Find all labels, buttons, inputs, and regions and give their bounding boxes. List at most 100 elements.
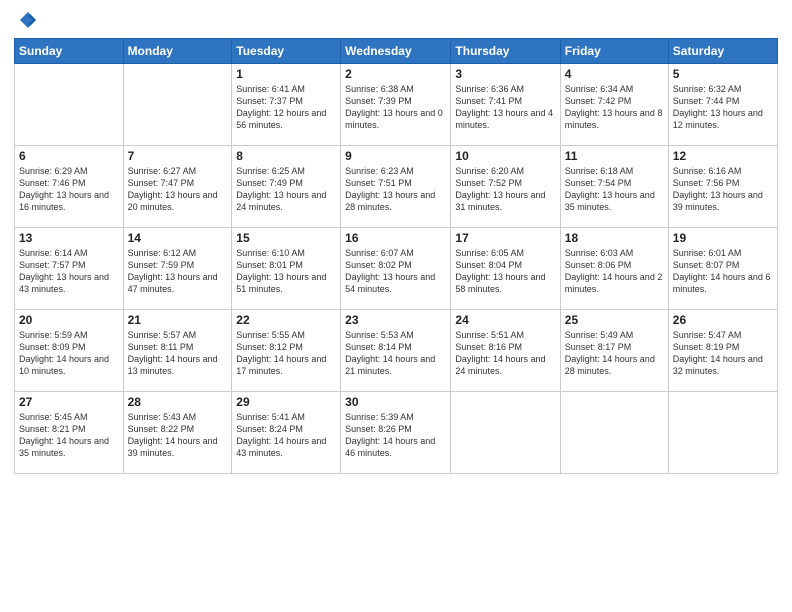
day-info: Sunrise: 5:51 AMSunset: 8:16 PMDaylight:… <box>455 329 555 378</box>
day-number: 2 <box>345 67 446 81</box>
page: Sunday Monday Tuesday Wednesday Thursday… <box>0 0 792 612</box>
calendar-cell <box>451 392 560 474</box>
day-info: Sunrise: 6:32 AMSunset: 7:44 PMDaylight:… <box>673 83 773 132</box>
calendar-cell: 13 Sunrise: 6:14 AMSunset: 7:57 PMDayligh… <box>15 228 124 310</box>
calendar-cell: 7Sunrise: 6:27 AMSunset: 7:47 PMDaylight… <box>123 146 232 228</box>
day-info: Sunrise: 6:41 AMSunset: 7:37 PMDaylight:… <box>236 83 336 132</box>
calendar-cell <box>668 392 777 474</box>
calendar-cell: 21 Sunrise: 5:57 AMSunset: 8:11 PMDayligh… <box>123 310 232 392</box>
calendar-week-2: 13 Sunrise: 6:14 AMSunset: 7:57 PMDayligh… <box>15 228 778 310</box>
day-number: 12 <box>673 149 773 163</box>
calendar-week-0: 1 Sunrise: 6:41 AMSunset: 7:37 PMDaylight… <box>15 64 778 146</box>
calendar-cell: 3 Sunrise: 6:36 AMSunset: 7:41 PMDaylight… <box>451 64 560 146</box>
day-number: 8 <box>236 149 336 163</box>
calendar-cell: 9 Sunrise: 6:23 AMSunset: 7:51 PMDaylight… <box>341 146 451 228</box>
day-number: 27 <box>19 395 119 409</box>
calendar-cell: 12 Sunrise: 6:16 AMSunset: 7:56 PMDayligh… <box>668 146 777 228</box>
day-number: 23 <box>345 313 446 327</box>
day-number: 6 <box>19 149 119 163</box>
day-info: Sunrise: 5:53 AMSunset: 8:14 PMDaylight:… <box>345 329 446 378</box>
day-number: 10 <box>455 149 555 163</box>
day-number: 24 <box>455 313 555 327</box>
day-info: Sunrise: 6:07 AMSunset: 8:02 PMDaylight:… <box>345 247 446 296</box>
calendar-cell: 25 Sunrise: 5:49 AMSunset: 8:17 PMDayligh… <box>560 310 668 392</box>
day-number: 15 <box>236 231 336 245</box>
calendar-week-1: 6Sunrise: 6:29 AMSunset: 7:46 PMDaylight… <box>15 146 778 228</box>
day-info: Sunrise: 6:36 AMSunset: 7:41 PMDaylight:… <box>455 83 555 132</box>
day-info: Sunrise: 6:20 AMSunset: 7:52 PMDaylight:… <box>455 165 555 214</box>
day-number: 16 <box>345 231 446 245</box>
calendar-cell: 19 Sunrise: 6:01 AMSunset: 8:07 PMDayligh… <box>668 228 777 310</box>
day-number: 29 <box>236 395 336 409</box>
calendar-cell: 24 Sunrise: 5:51 AMSunset: 8:16 PMDayligh… <box>451 310 560 392</box>
day-number: 30 <box>345 395 446 409</box>
calendar-cell: 1 Sunrise: 6:41 AMSunset: 7:37 PMDaylight… <box>232 64 341 146</box>
weekday-saturday: Saturday <box>668 39 777 64</box>
calendar-cell: 20 Sunrise: 5:59 AMSunset: 8:09 PMDayligh… <box>15 310 124 392</box>
weekday-header-row: Sunday Monday Tuesday Wednesday Thursday… <box>15 39 778 64</box>
calendar-cell: 15Sunrise: 6:10 AMSunset: 8:01 PMDayligh… <box>232 228 341 310</box>
calendar-cell <box>15 64 124 146</box>
calendar-cell: 22 Sunrise: 5:55 AMSunset: 8:12 PMDayligh… <box>232 310 341 392</box>
day-number: 17 <box>455 231 555 245</box>
weekday-tuesday: Tuesday <box>232 39 341 64</box>
calendar-cell: 16 Sunrise: 6:07 AMSunset: 8:02 PMDayligh… <box>341 228 451 310</box>
calendar-cell: 26Sunrise: 5:47 AMSunset: 8:19 PMDayligh… <box>668 310 777 392</box>
weekday-friday: Friday <box>560 39 668 64</box>
calendar-cell: 29Sunrise: 5:41 AMSunset: 8:24 PMDayligh… <box>232 392 341 474</box>
day-number: 14 <box>128 231 228 245</box>
calendar-cell: 28Sunrise: 5:43 AMSunset: 8:22 PMDayligh… <box>123 392 232 474</box>
calendar-week-3: 20 Sunrise: 5:59 AMSunset: 8:09 PMDayligh… <box>15 310 778 392</box>
logo-icon <box>18 10 38 30</box>
day-number: 19 <box>673 231 773 245</box>
calendar-cell: 11Sunrise: 6:18 AMSunset: 7:54 PMDayligh… <box>560 146 668 228</box>
day-info: Sunrise: 6:16 AMSunset: 7:56 PMDaylight:… <box>673 165 773 214</box>
calendar-cell: 10 Sunrise: 6:20 AMSunset: 7:52 PMDayligh… <box>451 146 560 228</box>
weekday-sunday: Sunday <box>15 39 124 64</box>
day-number: 9 <box>345 149 446 163</box>
day-number: 20 <box>19 313 119 327</box>
day-info: Sunrise: 6:05 AMSunset: 8:04 PMDaylight:… <box>455 247 555 296</box>
day-info: Sunrise: 5:39 AMSunset: 8:26 PMDaylight:… <box>345 411 446 460</box>
day-info: Sunrise: 6:01 AMSunset: 8:07 PMDaylight:… <box>673 247 773 296</box>
day-info: Sunrise: 6:34 AMSunset: 7:42 PMDaylight:… <box>565 83 664 132</box>
day-info: Sunrise: 6:38 AMSunset: 7:39 PMDaylight:… <box>345 83 446 132</box>
calendar-cell <box>560 392 668 474</box>
day-number: 11 <box>565 149 664 163</box>
weekday-thursday: Thursday <box>451 39 560 64</box>
calendar-week-4: 27 Sunrise: 5:45 AMSunset: 8:21 PMDayligh… <box>15 392 778 474</box>
calendar-cell: 4 Sunrise: 6:34 AMSunset: 7:42 PMDaylight… <box>560 64 668 146</box>
day-number: 13 <box>19 231 119 245</box>
day-info: Sunrise: 6:23 AMSunset: 7:51 PMDaylight:… <box>345 165 446 214</box>
calendar-cell: 5 Sunrise: 6:32 AMSunset: 7:44 PMDaylight… <box>668 64 777 146</box>
day-info: Sunrise: 5:49 AMSunset: 8:17 PMDaylight:… <box>565 329 664 378</box>
day-number: 22 <box>236 313 336 327</box>
day-number: 5 <box>673 67 773 81</box>
day-number: 3 <box>455 67 555 81</box>
day-number: 4 <box>565 67 664 81</box>
day-info: Sunrise: 5:43 AMSunset: 8:22 PMDaylight:… <box>128 411 228 460</box>
day-info: Sunrise: 6:03 AMSunset: 8:06 PMDaylight:… <box>565 247 664 296</box>
calendar-cell: 14Sunrise: 6:12 AMSunset: 7:59 PMDayligh… <box>123 228 232 310</box>
calendar-cell: 6Sunrise: 6:29 AMSunset: 7:46 PMDaylight… <box>15 146 124 228</box>
weekday-wednesday: Wednesday <box>341 39 451 64</box>
day-number: 21 <box>128 313 228 327</box>
day-info: Sunrise: 5:55 AMSunset: 8:12 PMDaylight:… <box>236 329 336 378</box>
calendar-cell: 23 Sunrise: 5:53 AMSunset: 8:14 PMDayligh… <box>341 310 451 392</box>
day-number: 25 <box>565 313 664 327</box>
calendar-cell: 2 Sunrise: 6:38 AMSunset: 7:39 PMDaylight… <box>341 64 451 146</box>
calendar-cell: 30 Sunrise: 5:39 AMSunset: 8:26 PMDayligh… <box>341 392 451 474</box>
day-info: Sunrise: 5:45 AMSunset: 8:21 PMDaylight:… <box>19 411 119 460</box>
calendar-cell: 8Sunrise: 6:25 AMSunset: 7:49 PMDaylight… <box>232 146 341 228</box>
day-info: Sunrise: 5:57 AMSunset: 8:11 PMDaylight:… <box>128 329 228 378</box>
calendar-cell <box>123 64 232 146</box>
weekday-monday: Monday <box>123 39 232 64</box>
day-info: Sunrise: 5:59 AMSunset: 8:09 PMDaylight:… <box>19 329 119 378</box>
calendar-table: Sunday Monday Tuesday Wednesday Thursday… <box>14 38 778 474</box>
calendar-cell: 27 Sunrise: 5:45 AMSunset: 8:21 PMDayligh… <box>15 392 124 474</box>
day-number: 18 <box>565 231 664 245</box>
day-number: 7 <box>128 149 228 163</box>
day-number: 1 <box>236 67 336 81</box>
day-info: Sunrise: 6:14 AMSunset: 7:57 PMDaylight:… <box>19 247 119 296</box>
day-info: Sunrise: 5:47 AMSunset: 8:19 PMDaylight:… <box>673 329 773 378</box>
